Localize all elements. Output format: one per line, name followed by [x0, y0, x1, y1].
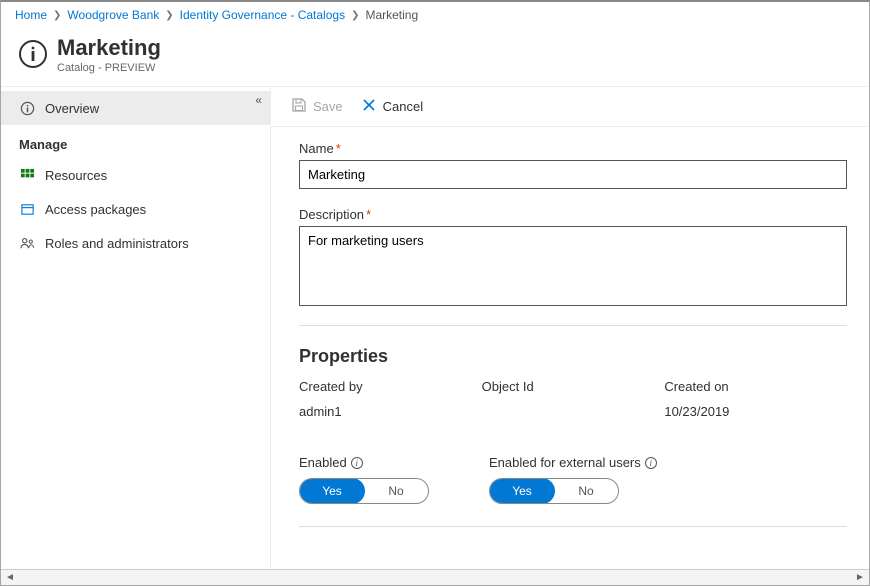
name-label: Name*: [299, 141, 841, 156]
toolbar: Save Cancel: [271, 87, 869, 127]
horizontal-scrollbar[interactable]: ◄ ►: [1, 569, 869, 585]
enabled-external-toggle[interactable]: Yes No: [489, 478, 619, 504]
people-icon: [19, 235, 35, 251]
collapse-sidebar-icon[interactable]: «: [255, 93, 258, 107]
sidebar-item-roles-admins[interactable]: Roles and administrators: [1, 226, 270, 260]
cancel-button[interactable]: Cancel: [361, 97, 423, 116]
created-on-value: 10/23/2019: [664, 404, 847, 419]
scroll-right-icon[interactable]: ►: [853, 571, 867, 585]
save-icon: [291, 97, 307, 116]
created-by-label: Created by: [299, 379, 482, 394]
name-input[interactable]: [299, 160, 847, 189]
properties-heading: Properties: [299, 346, 841, 367]
page-header: Marketing Catalog - PREVIEW: [1, 28, 869, 87]
main-content: Save Cancel Name* Description*: [271, 87, 869, 569]
created-on-label: Created on: [664, 379, 847, 394]
sidebar-item-access-packages[interactable]: Access packages: [1, 192, 270, 226]
sidebar-item-label: Access packages: [45, 202, 146, 217]
chevron-right-icon: ❯: [53, 10, 61, 21]
divider: [299, 325, 847, 326]
info-icon[interactable]: i: [645, 457, 657, 469]
page-subtitle: Catalog - PREVIEW: [57, 62, 161, 74]
enabled-toggle[interactable]: Yes No: [299, 478, 429, 504]
divider: [299, 526, 847, 527]
sidebar-item-label: Overview: [45, 101, 99, 116]
enabled-external-label: Enabled for external users: [489, 455, 641, 470]
scrollbar-track[interactable]: [17, 573, 853, 583]
chevron-right-icon: ❯: [165, 10, 173, 21]
toggle-yes[interactable]: Yes: [299, 478, 365, 504]
sidebar-item-resources[interactable]: Resources: [1, 158, 270, 192]
info-icon: [19, 100, 35, 116]
breadcrumb-current: Marketing: [365, 8, 418, 22]
scroll-left-icon[interactable]: ◄: [3, 571, 17, 585]
save-label: Save: [313, 99, 343, 114]
breadcrumb-org[interactable]: Woodgrove Bank: [67, 8, 159, 22]
enabled-label: Enabled: [299, 455, 347, 470]
info-icon: [19, 40, 47, 68]
page-title: Marketing: [57, 36, 161, 60]
package-icon: [19, 201, 35, 217]
toggle-yes[interactable]: Yes: [489, 478, 555, 504]
description-input[interactable]: [299, 226, 847, 306]
toggle-no[interactable]: No: [554, 479, 618, 503]
breadcrumb-catalogs[interactable]: Identity Governance - Catalogs: [180, 8, 345, 22]
close-icon: [361, 97, 377, 116]
description-label: Description*: [299, 207, 841, 222]
sidebar-item-label: Resources: [45, 168, 107, 183]
save-button[interactable]: Save: [291, 97, 343, 116]
breadcrumb: Home ❯ Woodgrove Bank ❯ Identity Governa…: [1, 2, 869, 28]
object-id-label: Object Id: [482, 379, 665, 394]
sidebar: « Overview Manage Resources Access packa…: [1, 87, 271, 569]
info-icon[interactable]: i: [351, 457, 363, 469]
sidebar-item-overview[interactable]: Overview: [1, 91, 270, 125]
grid-icon: [19, 167, 35, 183]
sidebar-group-manage: Manage: [1, 125, 270, 158]
sidebar-item-label: Roles and administrators: [45, 236, 189, 251]
breadcrumb-home[interactable]: Home: [15, 8, 47, 22]
created-by-value: admin1: [299, 404, 482, 419]
cancel-label: Cancel: [383, 99, 423, 114]
chevron-right-icon: ❯: [351, 10, 359, 21]
toggle-no[interactable]: No: [364, 479, 428, 503]
